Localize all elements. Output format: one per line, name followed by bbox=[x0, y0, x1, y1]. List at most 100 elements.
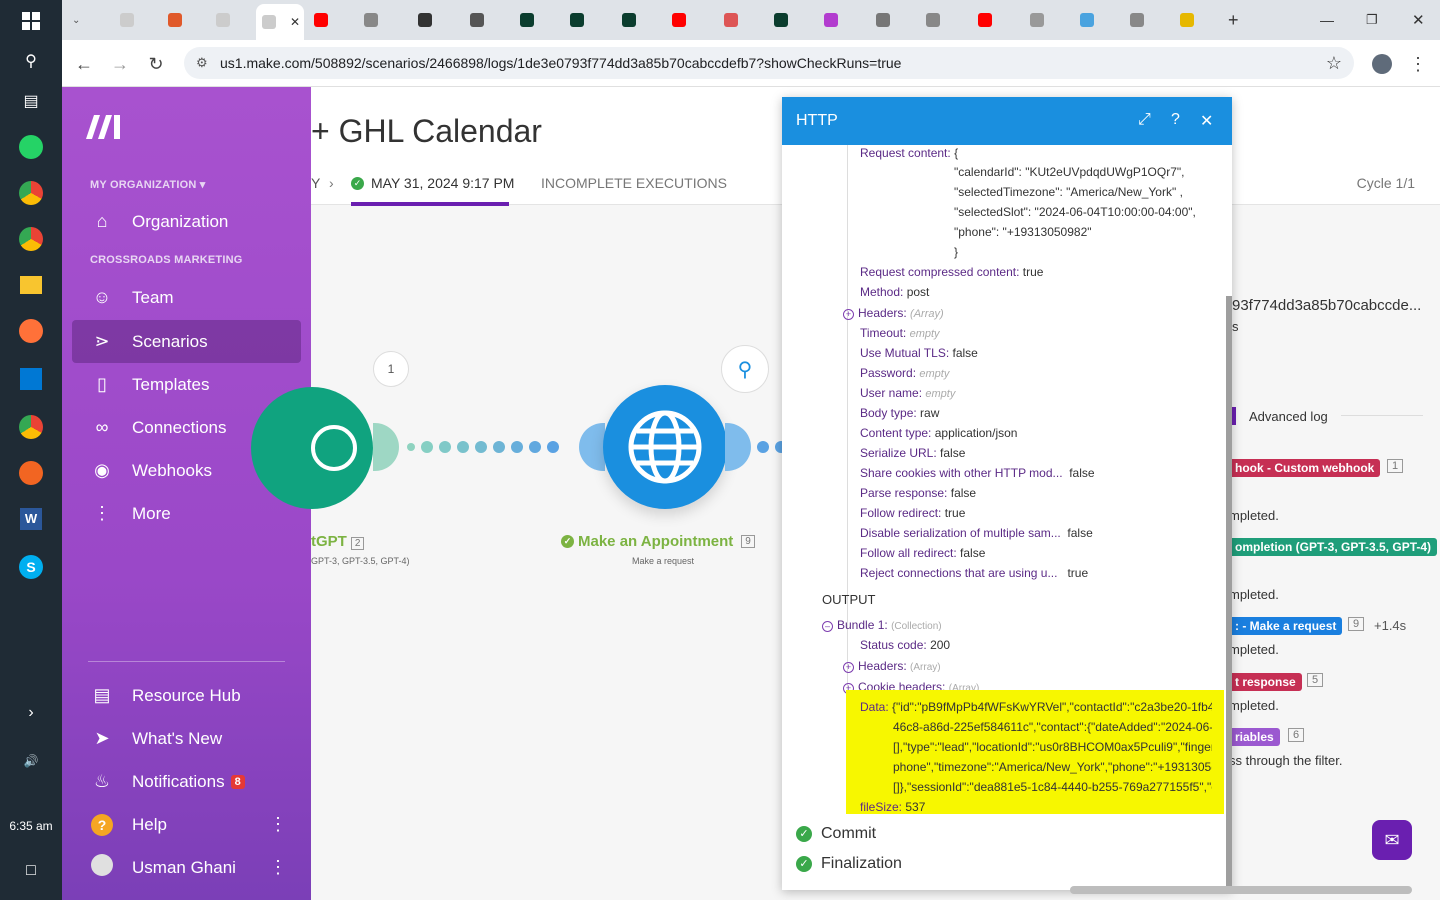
http-module-label[interactable]: ✓ Make an Appointment 9 bbox=[561, 533, 755, 550]
field-row-expandable[interactable]: + Headers: (Array) bbox=[843, 659, 941, 673]
star-icon[interactable]: ☆ bbox=[1326, 53, 1342, 74]
browser-tab[interactable] bbox=[358, 6, 406, 34]
browser-tab[interactable] bbox=[1124, 6, 1172, 34]
close-icon[interactable]: ✕ bbox=[290, 15, 300, 29]
browser-tab[interactable] bbox=[162, 6, 210, 34]
log-entry-http[interactable]: : - Make a request bbox=[1229, 617, 1343, 635]
browser-tab[interactable] bbox=[666, 6, 714, 34]
task-view-icon[interactable]: ▤ bbox=[18, 88, 44, 114]
gpt-connector-handle[interactable] bbox=[373, 423, 399, 471]
expand-plus-icon[interactable]: + bbox=[843, 309, 854, 320]
log-entry-variables[interactable]: riables bbox=[1229, 728, 1280, 746]
browser-tab[interactable] bbox=[920, 6, 968, 34]
notification-center-icon[interactable]: □ bbox=[18, 858, 44, 884]
tab-search-button[interactable]: ⌄ bbox=[66, 6, 96, 34]
browser-tab[interactable] bbox=[514, 6, 562, 34]
search-icon[interactable]: ⚲ bbox=[18, 48, 44, 74]
bundle-row[interactable]: – Bundle 1: (Collection) bbox=[822, 618, 942, 632]
sidebar-item-user[interactable]: Usman Ghani ⋮ bbox=[72, 846, 301, 889]
browser-tab[interactable] bbox=[1024, 6, 1072, 34]
org-switcher[interactable]: MY ORGANIZATION ▾ bbox=[90, 178, 205, 191]
http-input-handle[interactable] bbox=[579, 423, 605, 471]
sidebar-item-scenarios[interactable]: ⋗ Scenarios bbox=[72, 320, 301, 363]
http-output-handle[interactable] bbox=[725, 423, 751, 471]
browser-tab[interactable] bbox=[1174, 6, 1222, 34]
sidebar-item-more[interactable]: ⋮ More bbox=[72, 492, 301, 535]
sidebar-item-resource-hub[interactable]: ▤ Resource Hub bbox=[72, 674, 301, 717]
chrome-icon[interactable] bbox=[18, 180, 44, 206]
address-bar[interactable]: ⚙ us1.make.com/508892/scenarios/2466898/… bbox=[184, 47, 1354, 79]
browser-tab[interactable] bbox=[464, 6, 512, 34]
browser-tab[interactable] bbox=[870, 6, 918, 34]
module-connection-line[interactable] bbox=[407, 441, 559, 453]
new-tab-button[interactable]: + bbox=[1222, 6, 1270, 34]
sidebar-item-label: Organization bbox=[132, 211, 229, 231]
advanced-log-toggle[interactable]: Advanced log bbox=[1249, 409, 1328, 424]
whatsapp-icon[interactable] bbox=[18, 134, 44, 160]
browser-tab[interactable] bbox=[114, 6, 162, 34]
cycle-indicator: Cycle 1/1 bbox=[1356, 175, 1415, 191]
breadcrumb-previous[interactable]: Y bbox=[311, 175, 320, 191]
reload-button[interactable]: ↻ bbox=[144, 52, 168, 76]
tab-execution-date[interactable]: ✓ MAY 31, 2024 9:17 PM bbox=[351, 175, 514, 191]
site-info-icon[interactable]: ⚙ bbox=[196, 55, 208, 71]
sidebar-item-notifications[interactable]: ♨ Notifications 8 bbox=[72, 760, 301, 803]
sidebar-item-help[interactable]: ? Help ⋮ bbox=[72, 803, 301, 846]
sidebar-item-whats-new[interactable]: ➤ What's New bbox=[72, 717, 301, 760]
store-icon[interactable] bbox=[18, 366, 44, 392]
help-icon[interactable]: ? bbox=[1171, 111, 1180, 129]
close-icon[interactable]: ✕ bbox=[1200, 111, 1213, 131]
kebab-menu-icon[interactable]: ⋮ bbox=[269, 857, 287, 878]
browser-tab[interactable] bbox=[718, 6, 766, 34]
compass-icon[interactable] bbox=[18, 460, 44, 486]
gpt-module-node[interactable] bbox=[251, 387, 373, 509]
panel-scrollbar[interactable] bbox=[1226, 296, 1232, 890]
browser-tab[interactable] bbox=[412, 6, 460, 34]
browser-tab[interactable] bbox=[818, 6, 866, 34]
windows-start-icon[interactable] bbox=[18, 8, 44, 34]
menu-dots-icon[interactable]: ⋮ bbox=[1406, 52, 1430, 76]
log-entry-webhook[interactable]: hook - Custom webhook bbox=[1229, 459, 1381, 477]
file-explorer-icon[interactable] bbox=[18, 272, 44, 298]
gpt-module-label[interactable]: tGPT 2 bbox=[311, 533, 365, 550]
browser-tab[interactable] bbox=[1074, 6, 1122, 34]
browser-tab[interactable] bbox=[210, 6, 258, 34]
browser-tab[interactable] bbox=[564, 6, 612, 34]
browser-tab[interactable] bbox=[616, 6, 664, 34]
log-entry-gpt[interactable]: ompletion (GPT-3, GPT-3.5, GPT-4) bbox=[1229, 538, 1438, 556]
sidebar-item-organization[interactable]: ⌂ Organization bbox=[72, 200, 301, 243]
browser-tab[interactable] bbox=[768, 6, 816, 34]
make-logo[interactable] bbox=[84, 113, 124, 149]
expand-plus-icon[interactable]: + bbox=[843, 662, 854, 673]
forward-button[interactable]: → bbox=[108, 52, 132, 76]
chrome-icon[interactable] bbox=[18, 414, 44, 440]
field-row-expandable[interactable]: + Headers: (Array) bbox=[843, 306, 944, 320]
tab-incomplete-executions[interactable]: INCOMPLETE EXECUTIONS bbox=[541, 175, 727, 191]
close-window-button[interactable]: ✕ bbox=[1406, 6, 1440, 34]
firefox-icon[interactable] bbox=[18, 318, 44, 344]
minimize-button[interactable]: — bbox=[1314, 6, 1362, 34]
inspect-output-bubble[interactable]: ⚲ bbox=[721, 345, 769, 393]
browser-tab[interactable] bbox=[972, 6, 1020, 34]
operation-count-bubble[interactable]: 1 bbox=[373, 351, 409, 387]
skype-icon[interactable]: S bbox=[18, 554, 44, 580]
volume-icon[interactable]: 🔊 bbox=[18, 748, 44, 774]
back-button[interactable]: ← bbox=[72, 52, 96, 76]
profile-icon[interactable] bbox=[1370, 52, 1394, 76]
expand-icon[interactable]: ⤢ bbox=[1138, 111, 1151, 129]
browser-tab-active[interactable]: ✕ bbox=[256, 4, 304, 40]
sidebar-item-templates[interactable]: ▯ Templates bbox=[72, 363, 301, 406]
sidebar-item-team[interactable]: ☺ Team bbox=[72, 276, 301, 319]
http-module-node[interactable] bbox=[603, 385, 727, 509]
kebab-menu-icon[interactable]: ⋮ bbox=[269, 814, 287, 835]
word-icon[interactable]: W bbox=[18, 506, 44, 532]
maximize-button[interactable]: ❐ bbox=[1360, 6, 1408, 34]
data-line: [],"type":"lead","locationId":"us0r8BHCO… bbox=[893, 740, 1212, 754]
collapse-minus-icon[interactable]: – bbox=[822, 621, 833, 632]
chat-support-button[interactable]: ✉ bbox=[1372, 820, 1412, 860]
chrome-icon[interactable] bbox=[18, 226, 44, 252]
browser-tab[interactable] bbox=[308, 6, 356, 34]
log-entry-response[interactable]: t response bbox=[1229, 673, 1302, 691]
horizontal-scrollbar[interactable] bbox=[1070, 886, 1412, 894]
chevron-right-icon[interactable]: › bbox=[18, 700, 44, 726]
